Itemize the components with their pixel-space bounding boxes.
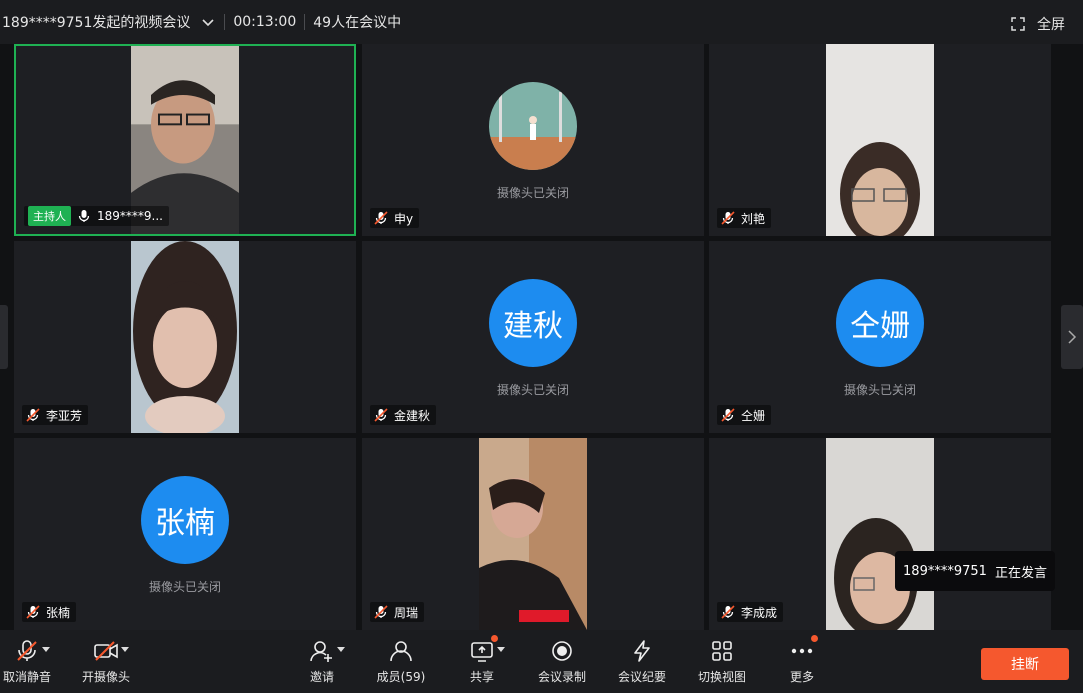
avatar bbox=[489, 82, 577, 170]
mic-muted-icon bbox=[374, 408, 388, 422]
camera-label: 开摄像头 bbox=[81, 670, 130, 684]
video-tile[interactable]: 建秋 摄像头已关闭 金建秋 bbox=[362, 241, 704, 433]
mic-muted-icon bbox=[374, 211, 388, 225]
participant-name: 申y bbox=[394, 211, 414, 226]
mic-muted-icon bbox=[14, 638, 50, 664]
meeting-title-area[interactable]: 189****9751发起的视频会议 bbox=[0, 12, 216, 32]
participant-label: 申y bbox=[370, 208, 420, 228]
video-tile[interactable]: 张楠 摄像头已关闭 张楠 bbox=[14, 438, 356, 630]
invite-button[interactable]: 邀请 bbox=[282, 638, 362, 685]
hangup-button[interactable]: 挂断 bbox=[981, 648, 1069, 680]
host-badge: 主持人 bbox=[28, 206, 71, 226]
record-button[interactable]: 会议录制 bbox=[522, 638, 602, 685]
video-grid: 主持人 189****9... 摄像头已关闭 申y 刘艳 李亚芳 建秋 摄像头已… bbox=[14, 44, 1054, 630]
divider bbox=[304, 14, 306, 30]
participant-label: 仝姗 bbox=[717, 405, 772, 425]
notification-dot bbox=[491, 635, 498, 642]
camera-off-text: 摄像头已关闭 bbox=[496, 383, 569, 397]
participant-video bbox=[826, 438, 934, 630]
camera-off-text: 摄像头已关闭 bbox=[148, 580, 221, 594]
avatar: 张楠 bbox=[141, 476, 229, 564]
participant-name: 金建秋 bbox=[394, 408, 431, 423]
notification-dot bbox=[811, 635, 818, 642]
participant-name: 刘艳 bbox=[741, 211, 766, 226]
video-tile-host[interactable]: 主持人 189****9... bbox=[14, 44, 356, 236]
speaking-indicator: 189****9751 正在发言 bbox=[895, 551, 1055, 591]
share-button[interactable]: 共享 bbox=[442, 635, 522, 685]
participant-label: 周瑞 bbox=[370, 602, 425, 622]
switch-view-label: 切换视图 bbox=[697, 670, 746, 684]
unmute-label: 取消静音 bbox=[2, 670, 51, 684]
participant-label: 主持人 189****9... bbox=[24, 206, 169, 226]
speaker-name: 189****9751 bbox=[903, 563, 987, 579]
members-icon bbox=[388, 638, 414, 664]
camera-off-icon bbox=[93, 638, 129, 664]
divider bbox=[224, 14, 226, 30]
participant-label: 刘艳 bbox=[717, 208, 772, 228]
avatar: 建秋 bbox=[489, 279, 577, 367]
prev-page-button[interactable] bbox=[0, 305, 8, 369]
mic-muted-icon bbox=[721, 605, 735, 619]
avatar: 仝姗 bbox=[836, 279, 924, 367]
switch-view-button[interactable]: 切换视图 bbox=[682, 638, 762, 685]
more-dots-icon bbox=[789, 635, 818, 664]
video-tile[interactable]: 仝姗 摄像头已关闭 仝姗 bbox=[709, 241, 1051, 433]
video-tile[interactable]: 周瑞 bbox=[362, 438, 704, 630]
participant-label: 李成成 bbox=[717, 602, 784, 622]
participant-label: 金建秋 bbox=[370, 405, 437, 425]
mic-muted-icon bbox=[721, 211, 735, 225]
share-label: 共享 bbox=[469, 670, 494, 684]
record-label: 会议录制 bbox=[537, 670, 586, 684]
more-button[interactable]: 更多 bbox=[762, 635, 842, 685]
mic-muted-icon bbox=[374, 605, 388, 619]
lightning-icon bbox=[629, 638, 655, 664]
add-user-icon bbox=[309, 638, 345, 664]
participant-name: 仝姗 bbox=[741, 408, 766, 423]
participant-count: 49人在会议中 bbox=[313, 15, 402, 31]
participant-name: 李亚芳 bbox=[46, 408, 83, 423]
unmute-button[interactable]: 取消静音 bbox=[0, 638, 67, 685]
participant-name: 张楠 bbox=[46, 605, 71, 620]
participant-name: 周瑞 bbox=[394, 605, 419, 620]
participant-video bbox=[826, 44, 934, 236]
participant-video bbox=[479, 438, 587, 630]
minutes-button[interactable]: 会议纪要 bbox=[602, 638, 682, 685]
meeting-duration: 00:13:00 bbox=[233, 14, 297, 30]
mic-muted-icon bbox=[721, 408, 735, 422]
video-tile[interactable]: 摄像头已关闭 申y bbox=[362, 44, 704, 236]
video-tile[interactable]: 刘艳 bbox=[709, 44, 1051, 236]
fullscreen-label: 全屏 bbox=[1037, 17, 1065, 33]
invite-label: 邀请 bbox=[309, 670, 334, 684]
fullscreen-button[interactable]: 全屏 bbox=[1011, 14, 1065, 34]
meeting-title[interactable]: 189****9751发起的视频会议 bbox=[2, 12, 190, 32]
participant-name: 189****9... bbox=[97, 209, 163, 223]
chevron-down-icon[interactable] bbox=[200, 14, 216, 30]
members-label: 成员(59) bbox=[376, 670, 426, 684]
minutes-label: 会议纪要 bbox=[617, 670, 666, 684]
avatar-photo bbox=[489, 82, 577, 170]
camera-off-text: 摄像头已关闭 bbox=[843, 383, 916, 397]
record-icon bbox=[549, 638, 575, 664]
camera-button[interactable]: 开摄像头 bbox=[66, 638, 146, 685]
more-label: 更多 bbox=[789, 670, 814, 684]
share-screen-icon bbox=[469, 635, 505, 664]
speaking-status: 正在发言 bbox=[994, 565, 1047, 581]
microphone-icon bbox=[78, 210, 90, 222]
participant-video bbox=[131, 241, 239, 433]
camera-off-text: 摄像头已关闭 bbox=[496, 186, 569, 200]
next-page-button[interactable] bbox=[1061, 305, 1083, 369]
fullscreen-icon bbox=[1011, 17, 1025, 31]
video-tile[interactable]: 李亚芳 bbox=[14, 241, 356, 433]
chevron-right-icon bbox=[1068, 330, 1077, 344]
video-tile[interactable]: 李成成 bbox=[709, 438, 1051, 630]
participant-name: 李成成 bbox=[741, 605, 778, 620]
members-button[interactable]: 成员(59) bbox=[361, 638, 441, 685]
meeting-topbar: 189****9751发起的视频会议 00:13:00 49人在会议中 全屏 bbox=[0, 0, 1083, 44]
participant-label: 张楠 bbox=[22, 602, 77, 622]
mic-muted-icon bbox=[26, 408, 40, 422]
meeting-toolbar: 取消静音 开摄像头 邀请 成员(59) 共享 会议录制 会议纪要 切换视图 更多 bbox=[0, 630, 1083, 693]
mic-muted-icon bbox=[26, 605, 40, 619]
participant-label: 李亚芳 bbox=[22, 405, 89, 425]
grid-view-icon bbox=[709, 638, 735, 664]
